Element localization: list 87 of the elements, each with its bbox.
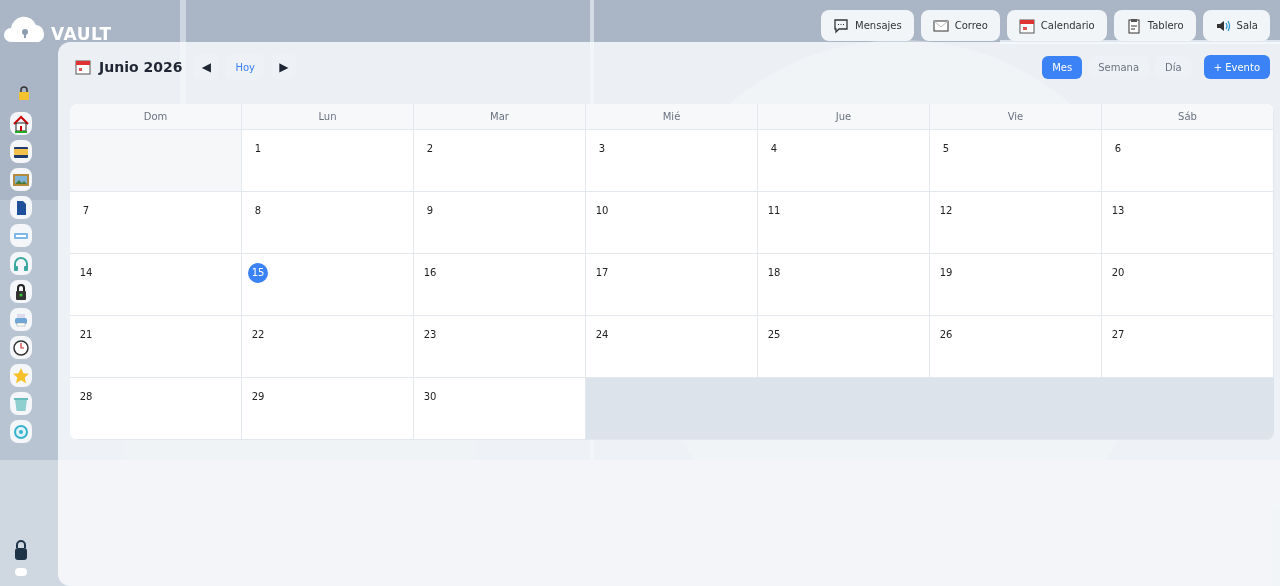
padlock-icon[interactable] xyxy=(14,540,28,560)
day-cell[interactable]: 1 xyxy=(242,130,414,192)
home-icon[interactable] xyxy=(10,112,32,135)
add-event-button[interactable]: + Evento xyxy=(1203,55,1270,79)
day-number: 5 xyxy=(941,142,951,156)
padlock-icon[interactable] xyxy=(10,280,32,303)
day-number: 22 xyxy=(250,328,266,342)
day-number: 27 xyxy=(1110,328,1126,342)
day-cell[interactable]: 15 xyxy=(242,254,414,316)
day-cell[interactable]: 11 xyxy=(758,192,930,254)
day-cell[interactable]: 3 xyxy=(586,130,758,192)
day-cell[interactable]: 23 xyxy=(414,316,586,378)
clock-icon[interactable] xyxy=(10,336,32,359)
day-cell[interactable]: 22 xyxy=(242,316,414,378)
day-cell[interactable]: 20 xyxy=(1102,254,1274,316)
day-cell[interactable]: 21 xyxy=(70,316,242,378)
day-cell[interactable]: 19 xyxy=(930,254,1102,316)
weekday-header: Dom xyxy=(70,104,242,130)
day-number: 28 xyxy=(78,390,94,404)
day-number: 25 xyxy=(766,328,782,342)
day-cell[interactable]: 6 xyxy=(1102,130,1274,192)
star-icon[interactable] xyxy=(10,364,32,387)
weekday-header: Lun xyxy=(242,104,414,130)
clipboard-icon xyxy=(1125,17,1142,34)
day-cell[interactable]: 8 xyxy=(242,192,414,254)
day-number: 13 xyxy=(1110,204,1126,218)
day-cell[interactable]: 29 xyxy=(242,378,414,440)
day-number: 8 xyxy=(253,204,263,218)
calendar-icon xyxy=(75,59,91,75)
day-number: 12 xyxy=(938,204,954,218)
month-title: Junio 2026 xyxy=(99,59,183,75)
day-cell[interactable]: 9 xyxy=(414,192,586,254)
weekday-header: Sáb xyxy=(1102,104,1274,130)
day-number: 20 xyxy=(1110,266,1126,280)
toggle-icon[interactable] xyxy=(15,568,27,576)
calendar-icon xyxy=(1018,17,1035,34)
nav-button[interactable]: Sala xyxy=(1202,10,1270,41)
weekday-header: Mié xyxy=(586,104,758,130)
image-icon[interactable] xyxy=(10,168,32,191)
day-cell[interactable]: 10 xyxy=(586,192,758,254)
logo-text: VAULT xyxy=(51,24,112,44)
nav-button[interactable]: Tablero xyxy=(1113,10,1196,41)
day-cell[interactable]: 12 xyxy=(930,192,1102,254)
day-cell[interactable]: 14 xyxy=(70,254,242,316)
nav-button[interactable]: Mensajes xyxy=(821,10,914,41)
day-number: 24 xyxy=(594,328,610,342)
day-cell[interactable]: 5 xyxy=(930,130,1102,192)
day-cell[interactable]: 16 xyxy=(414,254,586,316)
weekday-header: Mar xyxy=(414,104,586,130)
day-number: 19 xyxy=(938,266,954,280)
chat-icon xyxy=(833,17,850,34)
nav-button[interactable]: Calendario xyxy=(1006,10,1107,41)
weekday-header: Jue xyxy=(758,104,930,130)
day-number: 18 xyxy=(766,266,782,280)
day-cell[interactable]: 17 xyxy=(586,254,758,316)
day-number: 15 xyxy=(248,262,268,283)
printer-icon[interactable] xyxy=(10,308,32,331)
day-number: 16 xyxy=(422,266,438,280)
day-cell[interactable]: 18 xyxy=(758,254,930,316)
day-cell[interactable]: 13 xyxy=(1102,192,1274,254)
day-number: 21 xyxy=(78,328,94,342)
weekday-header: Vie xyxy=(930,104,1102,130)
headphones-icon[interactable] xyxy=(10,252,32,275)
day-number: 2 xyxy=(425,142,435,156)
day-number: 7 xyxy=(81,204,91,218)
mail-icon xyxy=(932,17,949,34)
day-number: 4 xyxy=(769,142,779,156)
day-cell[interactable]: 28 xyxy=(70,378,242,440)
day-number: 17 xyxy=(594,266,610,280)
day-number: 29 xyxy=(250,390,266,404)
view-tab[interactable]: Mes xyxy=(1042,55,1083,79)
day-number: 14 xyxy=(78,266,94,280)
nav-button[interactable]: Correo xyxy=(920,10,1000,41)
day-number: 6 xyxy=(1113,142,1123,156)
day-number: 30 xyxy=(422,390,438,404)
day-number: 23 xyxy=(422,328,438,342)
day-number: 3 xyxy=(597,142,607,156)
day-cell[interactable]: 4 xyxy=(758,130,930,192)
day-number: 10 xyxy=(594,204,610,218)
day-number: 9 xyxy=(425,204,435,218)
day-cell[interactable]: 2 xyxy=(414,130,586,192)
day-number: 11 xyxy=(766,204,782,218)
document-icon[interactable] xyxy=(10,196,32,219)
day-number: 26 xyxy=(938,328,954,342)
day-cell[interactable]: 7 xyxy=(70,192,242,254)
day-number: 1 xyxy=(253,142,263,156)
padlock-icon[interactable] xyxy=(18,86,30,100)
